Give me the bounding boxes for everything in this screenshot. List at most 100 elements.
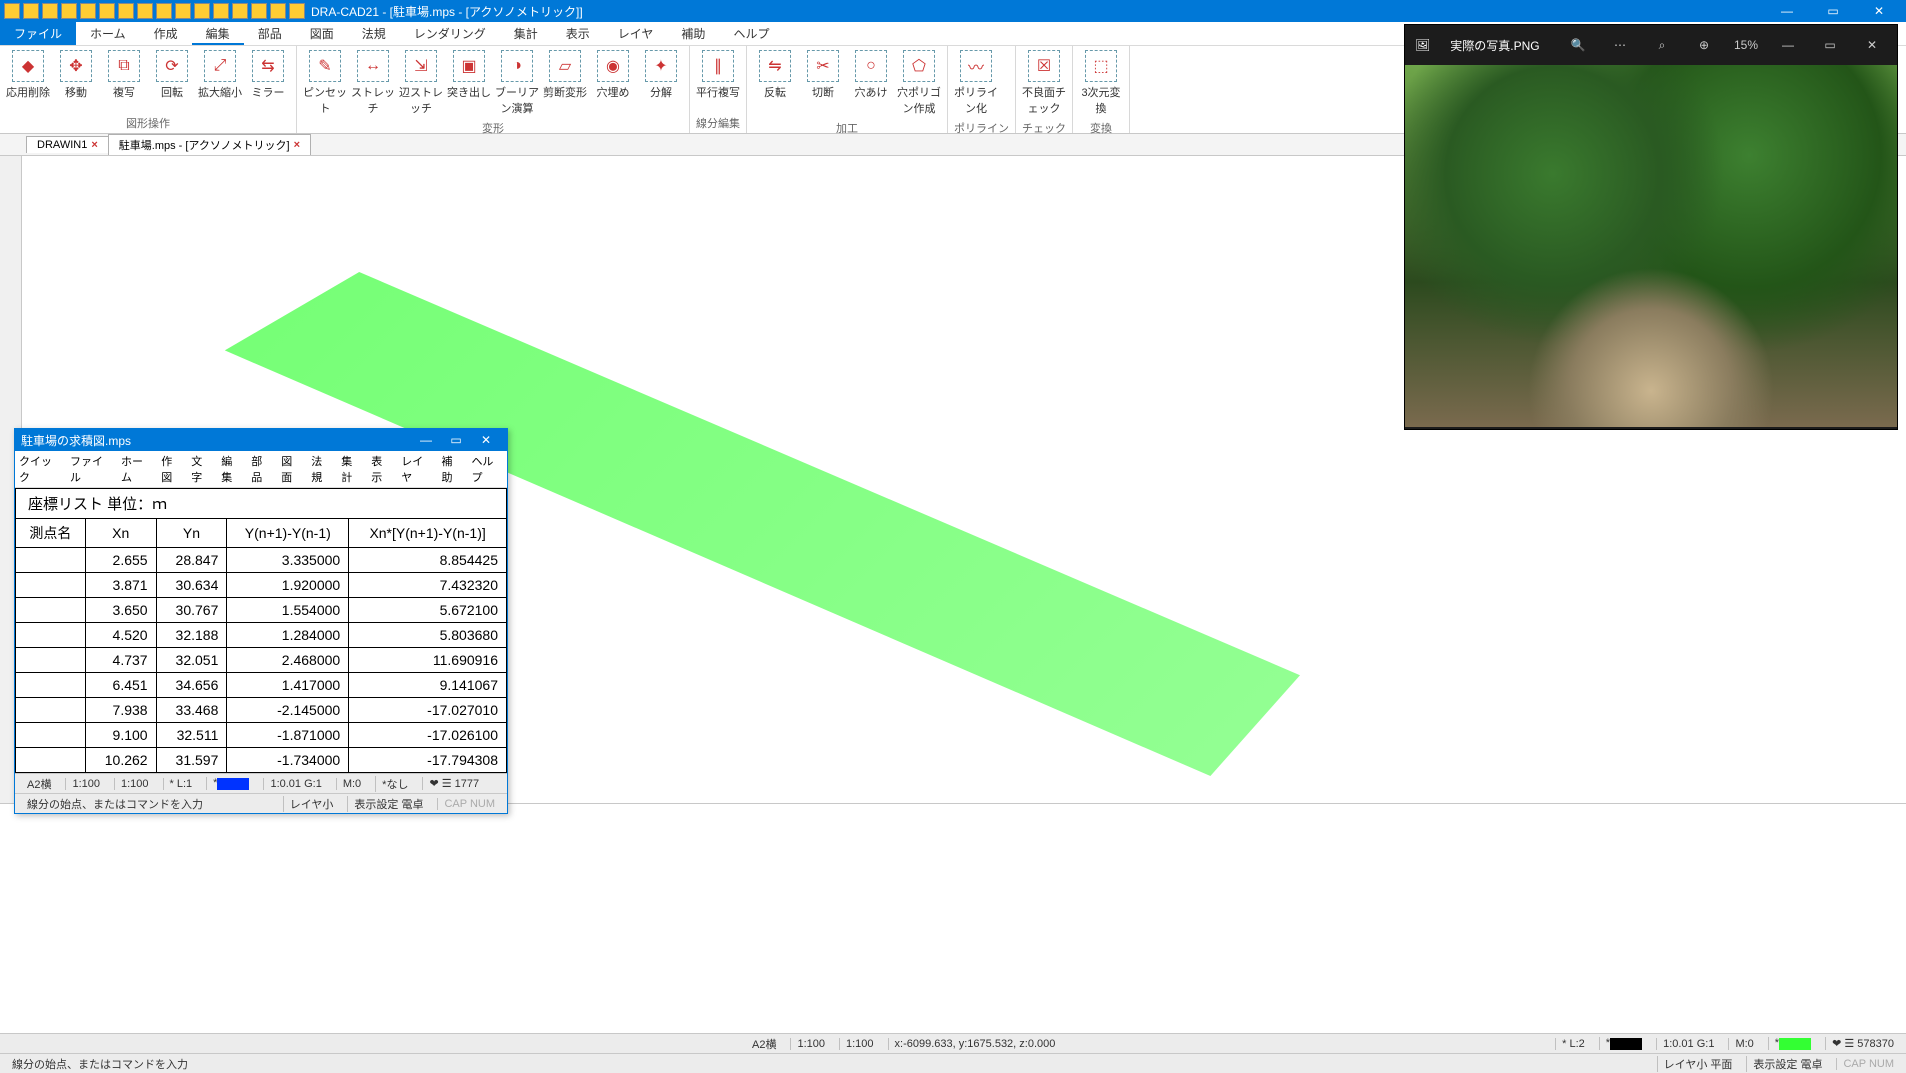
btn-rotate[interactable]: ⟳回転 (150, 48, 194, 102)
tab-help[interactable]: ヘルプ (719, 22, 783, 45)
table-row: 7.93833.468-2.145000-17.027010 (16, 698, 507, 723)
btn-flip[interactable]: ⇋反転 (753, 48, 797, 102)
btn-apply-delete[interactable]: ◆応用削除 (6, 48, 50, 102)
tab-layer[interactable]: レイヤ (604, 22, 668, 45)
color-swatch[interactable] (1610, 1038, 1642, 1050)
doc-tab-2[interactable]: 駐車場.mps - [アクソノメトリック]× (108, 134, 311, 155)
photo-close[interactable]: ✕ (1857, 38, 1887, 52)
btn-stretch[interactable]: ↔ストレッチ (351, 48, 395, 118)
sub-minimize[interactable]: — (411, 433, 441, 447)
minimize-button[interactable]: — (1764, 0, 1810, 22)
btn-copy[interactable]: ⧉複写 (102, 48, 146, 102)
btn-cut[interactable]: ✂切断 (801, 48, 845, 102)
diamond-icon: ◆ (12, 50, 44, 82)
group-transform: 変形 (303, 118, 683, 138)
sub-menu[interactable]: 文字 (191, 453, 212, 485)
sub-menu[interactable]: 集計 (341, 453, 362, 485)
copy-icon: ⧉ (108, 50, 140, 82)
qat[interactable] (4, 3, 305, 19)
sub-menu[interactable]: 作図 (161, 453, 182, 485)
sub-title: 駐車場の求積図.mps (21, 432, 411, 449)
extrude-icon: ▣ (453, 50, 485, 82)
btn-pincet[interactable]: ✎ピンセット (303, 48, 347, 118)
btn-hole-polygon[interactable]: ⬠穴ポリゴン作成 (897, 48, 941, 118)
stretch-icon: ↔ (357, 50, 389, 82)
color-swatch-2[interactable] (1779, 1038, 1811, 1050)
coord-table: 座標リスト 単位：ｍ 測点名 Xn Yn Y(n+1)-Y(n-1) Xn*[Y… (15, 488, 507, 773)
sub-menu[interactable]: ホーム (121, 453, 152, 485)
btn-extrude[interactable]: ▣突き出し (447, 48, 491, 102)
sub-menu[interactable]: 部品 (251, 453, 272, 485)
btn-move[interactable]: ✥移動 (54, 48, 98, 102)
btn-boolean[interactable]: ◑ブーリアン演算 (495, 48, 539, 118)
col-name: 測点名 (16, 519, 86, 548)
photo-minimize[interactable]: — (1773, 38, 1803, 52)
photo-maximize[interactable]: ▭ (1815, 38, 1845, 52)
sub-titlebar[interactable]: 駐車場の求積図.mps — ▭ ✕ (15, 429, 507, 451)
table-header: 座標リスト 単位：ｍ (16, 489, 507, 519)
sub-menu[interactable]: 編集 (221, 453, 242, 485)
btn-edge-stretch[interactable]: ⇲辺ストレッチ (399, 48, 443, 118)
table-row: 10.26231.597-1.734000-17.794308 (16, 748, 507, 773)
photo-image[interactable] (1405, 65, 1897, 427)
maximize-button[interactable]: ▭ (1810, 0, 1856, 22)
pincet-icon: ✎ (309, 50, 341, 82)
tab-file[interactable]: ファイル (0, 22, 76, 45)
btn-explode[interactable]: ✦分解 (639, 48, 683, 102)
boolean-icon: ◑ (501, 50, 533, 82)
col-xn: Xn (85, 519, 156, 548)
btn-shear[interactable]: ▱剪断変形 (543, 48, 587, 102)
sub-menu[interactable]: 図面 (281, 453, 302, 485)
btn-parallel-copy[interactable]: ∥平行複写 (696, 48, 740, 102)
zoom-in-icon[interactable]: ⊕ (1689, 38, 1719, 52)
group-convert: 変換 (1079, 118, 1123, 138)
table-row: 4.73732.0512.46800011.690916 (16, 648, 507, 673)
tab-parts[interactable]: 部品 (244, 22, 296, 45)
sub-menu[interactable]: 法規 (311, 453, 332, 485)
tab-create[interactable]: 作成 (140, 22, 192, 45)
sub-close[interactable]: ✕ (471, 433, 501, 447)
tab-render[interactable]: レンダリング (400, 22, 500, 45)
btn-3d-convert[interactable]: ⬚3次元変換 (1079, 48, 1123, 118)
btn-hole[interactable]: ○穴あけ (849, 48, 893, 102)
close-icon[interactable]: × (294, 139, 300, 151)
image-icon: 🖼 (1415, 38, 1430, 52)
table-row: 9.10032.511-1.871000-17.026100 (16, 723, 507, 748)
photo-titlebar[interactable]: 🖼 実際の写真.PNG 🔍 ⋯ ⌕ ⊕ 15% — ▭ ✕ (1405, 25, 1897, 65)
btn-mirror[interactable]: ⇆ミラー (246, 48, 290, 102)
tab-drawing[interactable]: 図面 (296, 22, 348, 45)
table-row: 2.65528.8473.3350008.854425 (16, 548, 507, 573)
tab-display[interactable]: 表示 (552, 22, 604, 45)
close-button[interactable]: ✕ (1856, 0, 1902, 22)
more-icon[interactable]: ⋯ (1605, 38, 1635, 52)
btn-polyline[interactable]: 〰ポリライン化 (954, 48, 998, 118)
sub-menu[interactable]: ファイル (70, 453, 112, 485)
main-statusbar-2: 線分の始点、またはコマンドを入力 レイヤ小 平面 表示設定 電卓 CAP NUM (0, 1053, 1906, 1073)
group-check: チェック (1022, 118, 1066, 138)
tab-law[interactable]: 法規 (348, 22, 400, 45)
close-icon[interactable]: × (91, 139, 97, 151)
doc-tab-1[interactable]: DRAWIN1× (26, 136, 109, 153)
sub-menu[interactable]: レイヤ (401, 453, 432, 485)
group-line-edit: 線分編集 (696, 113, 740, 133)
search-icon[interactable]: ⌕ (1647, 38, 1677, 53)
btn-scale[interactable]: ⤢拡大縮小 (198, 48, 242, 102)
tab-tally[interactable]: 集計 (500, 22, 552, 45)
table-row: 3.87130.6341.9200007.432320 (16, 573, 507, 598)
color-swatch[interactable] (217, 778, 249, 790)
sub-menu[interactable]: クイック (19, 453, 61, 485)
zoom-level: 15% (1731, 38, 1761, 52)
tab-home[interactable]: ホーム (76, 22, 140, 45)
hole-poly-icon: ⬠ (903, 50, 935, 82)
btn-fill-hole[interactable]: ◉穴埋め (591, 48, 635, 102)
sub-menu[interactable]: ヘルプ (471, 453, 503, 485)
tab-assist[interactable]: 補助 (667, 22, 719, 45)
tab-edit[interactable]: 編集 (192, 22, 244, 45)
zoom-out-icon[interactable]: 🔍 (1563, 38, 1593, 52)
sub-menu[interactable]: 補助 (441, 453, 462, 485)
flip-icon: ⇋ (759, 50, 791, 82)
btn-badface[interactable]: ☒不良面チェック (1022, 48, 1066, 118)
sub-menu[interactable]: 表示 (371, 453, 392, 485)
group-polyline: ポリライン (954, 118, 1009, 138)
sub-maximize[interactable]: ▭ (441, 433, 471, 447)
